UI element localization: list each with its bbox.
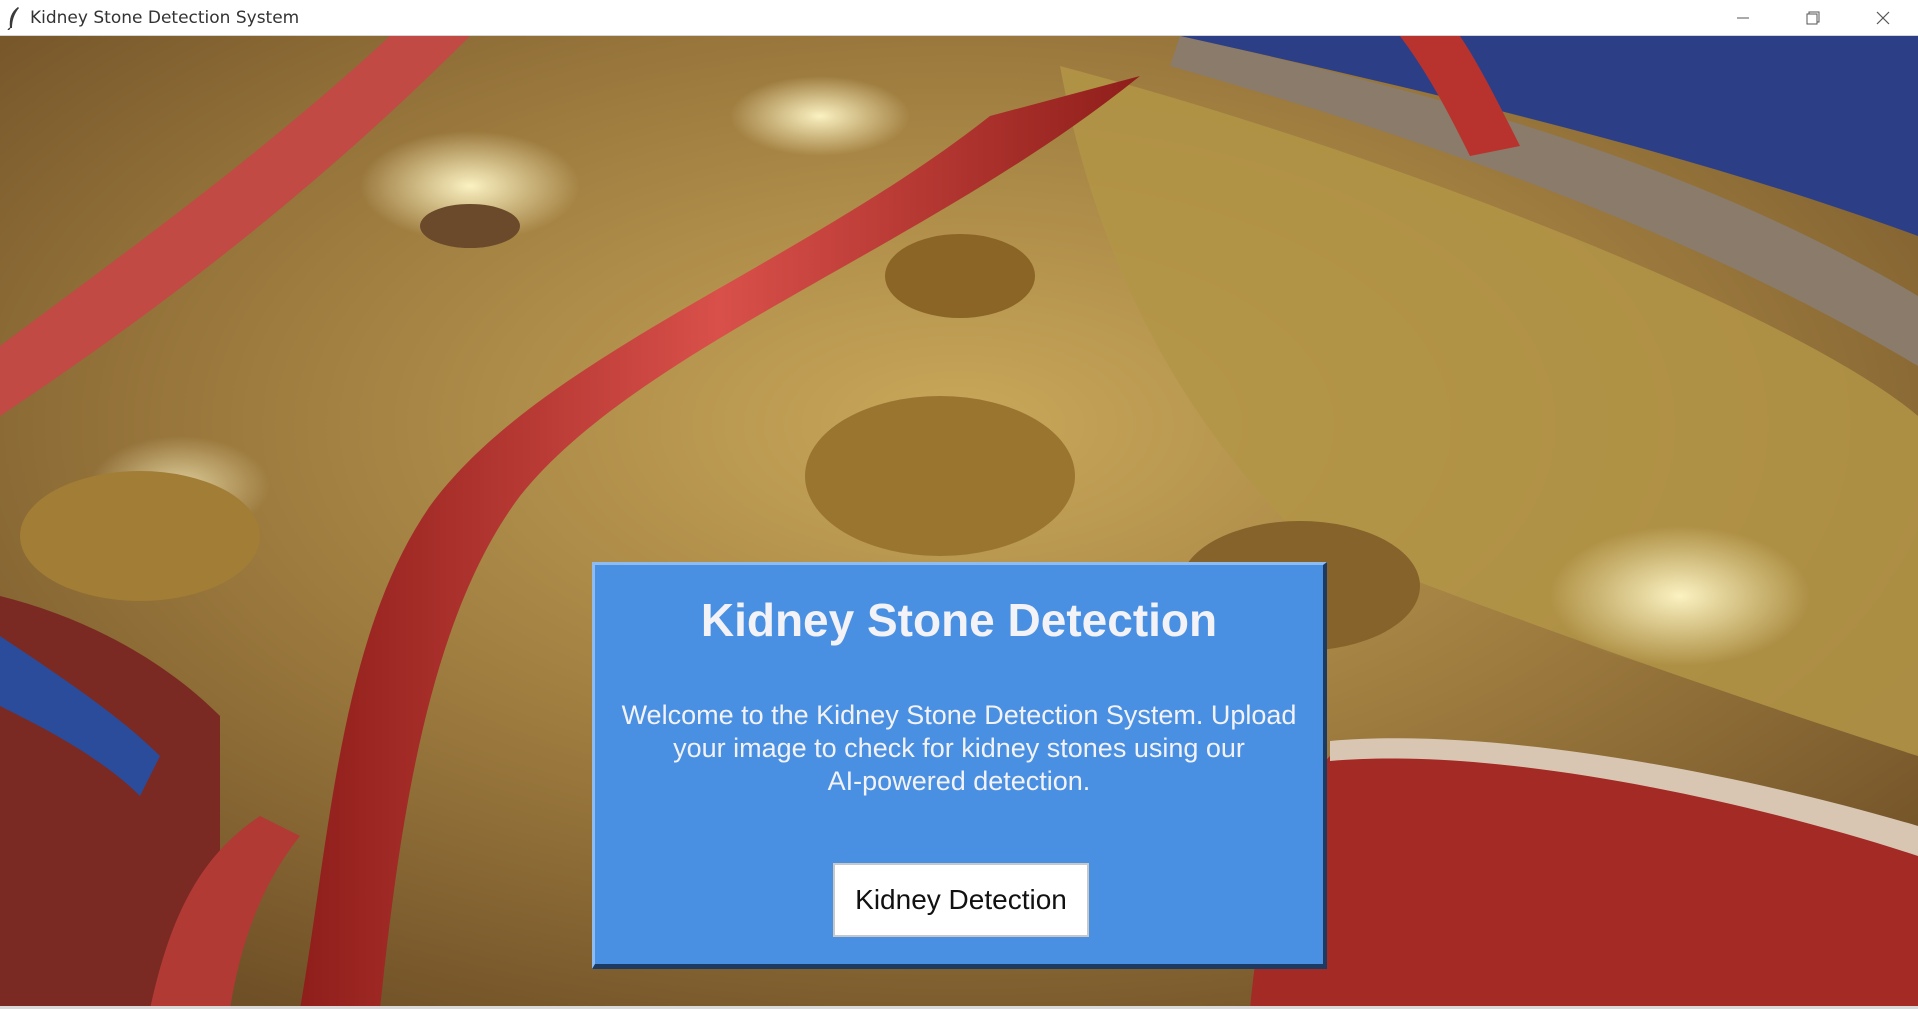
restore-button[interactable]: [1778, 0, 1848, 36]
close-button[interactable]: [1848, 0, 1918, 36]
panel-description: Welcome to the Kidney Stone Detection Sy…: [595, 699, 1323, 798]
description-line: your image to check for kidney stones us…: [673, 733, 1245, 763]
main-content: Kidney Stone Detection Welcome to the Ki…: [0, 36, 1918, 1009]
app-window: Kidney Stone Detection System Kidney Sto…: [0, 0, 1918, 1009]
description-line: AI-powered detection.: [827, 766, 1091, 796]
description-line: Welcome to the Kidney Stone Detection Sy…: [621, 700, 1297, 730]
title-bar[interactable]: Kidney Stone Detection System: [0, 0, 1918, 36]
kidney-detection-button[interactable]: Kidney Detection: [833, 863, 1089, 937]
minimize-button[interactable]: [1708, 0, 1778, 36]
close-icon: [1876, 11, 1890, 25]
minimize-icon: [1737, 17, 1749, 19]
window-controls: [1708, 0, 1918, 36]
restore-icon: [1806, 11, 1820, 25]
window-title: Kidney Stone Detection System: [30, 7, 300, 28]
welcome-panel: Kidney Stone Detection Welcome to the Ki…: [592, 562, 1327, 969]
feather-icon: [6, 6, 22, 30]
panel-title: Kidney Stone Detection: [700, 594, 1218, 646]
